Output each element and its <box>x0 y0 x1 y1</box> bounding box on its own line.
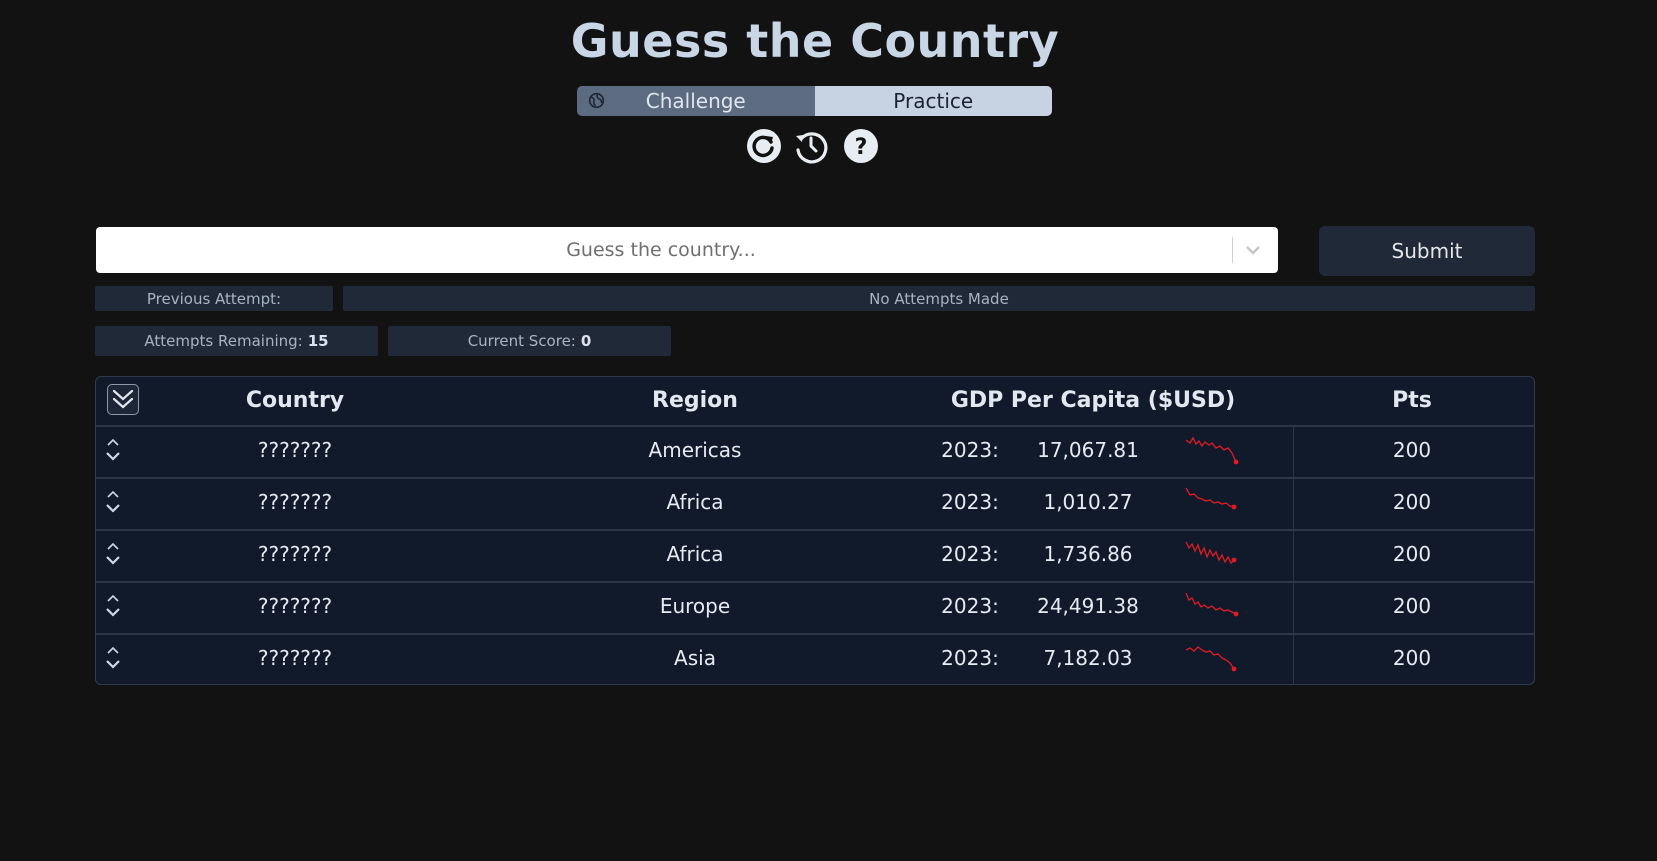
row-divider <box>96 581 1534 583</box>
collapse-all-button[interactable] <box>107 384 139 415</box>
page-title: Guess the Country <box>570 14 1060 68</box>
column-divider <box>1293 479 1294 529</box>
row-divider <box>96 633 1534 635</box>
column-divider <box>1293 531 1294 581</box>
help-button[interactable]: ? <box>843 128 879 164</box>
column-divider <box>1293 427 1294 477</box>
gdp-cell: 17,067.81 <box>1037 438 1139 462</box>
gdp-sparkline <box>1185 487 1237 510</box>
gdp-cell: 1,010.27 <box>1043 490 1133 514</box>
practice-mode-button[interactable]: Practice <box>814 86 1052 116</box>
pts-cell: 200 <box>1392 594 1432 618</box>
country-cell: ??????? <box>257 646 333 670</box>
gdp-cell: 1,736.86 <box>1043 542 1133 566</box>
current-score-label: Current Score: <box>467 332 576 350</box>
region-cell: Africa <box>666 542 724 566</box>
gdp-cell: 24,491.38 <box>1037 594 1139 618</box>
gdp-cell: 7,182.03 <box>1043 646 1133 670</box>
previous-attempt-label: Previous Attempt: <box>95 286 333 311</box>
pts-cell: 200 <box>1392 646 1432 670</box>
country-cell: ??????? <box>257 542 333 566</box>
chevron-up-down-icon[interactable] <box>104 488 122 516</box>
region-cell: Asia <box>674 646 716 670</box>
refresh-button[interactable] <box>746 128 782 164</box>
pts-cell: 200 <box>1392 438 1432 462</box>
chevron-up-down-icon[interactable] <box>104 644 122 672</box>
guess-input[interactable] <box>96 227 1226 273</box>
double-chevron-down-icon <box>112 389 134 409</box>
column-divider <box>1293 583 1294 633</box>
mode-toggle: Challenge Practice <box>577 86 1052 116</box>
previous-attempt-label-text: Previous Attempt: <box>146 289 282 308</box>
submit-button[interactable]: Submit <box>1319 226 1535 276</box>
row-divider <box>96 477 1534 479</box>
year-cell: 2023: <box>941 594 999 618</box>
previous-attempt-value: No Attempts Made <box>343 286 1535 311</box>
country-cell: ??????? <box>257 594 333 618</box>
input-divider <box>1232 237 1233 263</box>
help-icon: ? <box>844 129 878 163</box>
header-gdp[interactable]: GDP Per Capita ($USD) <box>938 388 1248 413</box>
attempts-remaining-value: 15 <box>307 332 329 350</box>
chevron-up-down-icon[interactable] <box>104 436 122 464</box>
region-cell: Africa <box>666 490 724 514</box>
chevron-up-down-icon[interactable] <box>104 540 122 568</box>
year-cell: 2023: <box>941 542 999 566</box>
attempts-remaining: Attempts Remaining: 15 <box>95 326 378 356</box>
previous-attempt-value-text: No Attempts Made <box>869 289 1009 308</box>
current-score: Current Score: 0 <box>388 326 671 356</box>
country-cell: ??????? <box>257 438 333 462</box>
year-cell: 2023: <box>941 490 999 514</box>
header-country[interactable]: Country <box>195 388 395 413</box>
globe-icon <box>588 92 605 109</box>
region-cell: Europe <box>659 594 731 618</box>
year-cell: 2023: <box>941 646 999 670</box>
challenge-mode-button[interactable]: Challenge <box>577 86 815 116</box>
chevron-down-icon[interactable] <box>1242 241 1264 259</box>
practice-mode-label: Practice <box>893 89 974 113</box>
pts-cell: 200 <box>1392 542 1432 566</box>
header-pts[interactable]: Pts <box>1362 388 1462 413</box>
pts-cell: 200 <box>1392 490 1432 514</box>
gdp-sparkline <box>1185 646 1237 672</box>
history-icon <box>796 132 828 164</box>
column-divider <box>1293 635 1294 685</box>
row-divider <box>96 425 1534 427</box>
row-divider <box>96 529 1534 531</box>
chevron-up-down-icon[interactable] <box>104 592 122 620</box>
svg-text:?: ? <box>855 135 868 160</box>
header-region[interactable]: Region <box>595 388 795 413</box>
current-score-value: 0 <box>580 332 592 350</box>
guess-combobox[interactable] <box>96 227 1278 273</box>
attempts-remaining-label: Attempts Remaining: <box>144 332 303 350</box>
gdp-sparkline <box>1185 592 1239 617</box>
country-cell: ??????? <box>257 490 333 514</box>
gdp-sparkline <box>1185 436 1239 465</box>
region-cell: Americas <box>648 438 742 462</box>
challenge-mode-label: Challenge <box>645 89 746 113</box>
year-cell: 2023: <box>941 438 999 462</box>
gdp-sparkline <box>1185 541 1237 565</box>
history-button[interactable] <box>793 128 829 164</box>
refresh-icon <box>747 129 781 163</box>
